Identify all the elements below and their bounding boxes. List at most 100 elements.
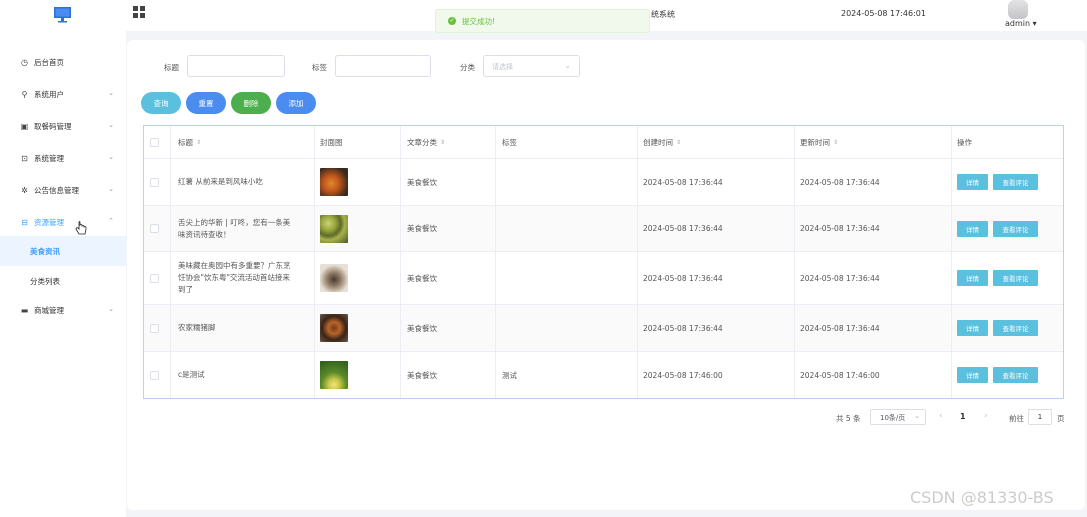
current-datetime: 2024-05-08 17:46:01 [841, 9, 926, 18]
query-button[interactable]: 查询 [141, 92, 181, 114]
tag-filter-label: 标签 [312, 63, 327, 72]
header-updated[interactable]: 更新时间 ⇕ [800, 126, 838, 158]
title-filter-input[interactable] [187, 55, 285, 77]
table-row: c是测试 美食餐饮 测试 2024-05-08 17:46:00 2024-05… [144, 352, 1063, 398]
next-page-icon[interactable]: › [984, 411, 988, 421]
pagination-total: 共 5 条 [836, 414, 861, 423]
detail-button[interactable]: 详情 [957, 320, 988, 336]
row-updated: 2024-05-08 17:36:44 [800, 273, 880, 283]
sidebar-subitem-categories[interactable]: 分类列表 [0, 266, 126, 296]
page-size-select[interactable]: 10条/页 ⌄ [870, 409, 926, 425]
add-button[interactable]: 添加 [276, 92, 316, 114]
sidebar-item-label: 商城管理 [34, 305, 64, 315]
column-divider [170, 126, 171, 398]
sort-icon[interactable]: ⇕ [196, 139, 201, 146]
articles-table: 标题 ⇕ 封面图 文章分类 ⇕ 标签 创建时间 ⇕ 更新时间 ⇕ 操作 红薯 从前来是到… [143, 125, 1064, 399]
header-category[interactable]: 文章分类 ⇕ [407, 126, 445, 158]
header-tags: 标签 [502, 137, 517, 147]
column-divider [951, 126, 952, 398]
sidebar-item-home[interactable]: ◷ 后台首页 [0, 46, 126, 78]
chevron-down-icon: ⌄ [108, 153, 114, 161]
cover-thumbnail[interactable] [320, 314, 348, 342]
goto-page-input[interactable]: 1 [1028, 409, 1052, 425]
sidebar-subitem-food-news[interactable]: 美食资讯 [0, 236, 126, 266]
sidebar-item-mall[interactable]: ▬ 商城管理 ⌄ [0, 294, 126, 326]
menu-collapse-icon[interactable] [133, 6, 145, 18]
cover-thumbnail[interactable] [320, 168, 348, 196]
row-title: 农家糯猪脚 [178, 323, 216, 332]
view-reviews-button[interactable]: 查看评论 [993, 367, 1038, 383]
check-circle-icon: ✓ [448, 17, 456, 25]
row-checkbox[interactable] [150, 224, 159, 233]
grid-icon: ⊟ [21, 217, 28, 227]
title-filter-label: 标题 [164, 63, 179, 72]
user-dropdown[interactable]: admin ▾ [1005, 19, 1037, 28]
sort-icon[interactable]: ⇕ [833, 139, 838, 146]
sidebar-item-users[interactable]: ⚲ 系统用户 ⌄ [0, 78, 126, 110]
sort-icon[interactable]: ⇕ [676, 139, 681, 146]
view-reviews-button[interactable]: 查看评论 [993, 220, 1038, 237]
reset-button[interactable]: 重置 [186, 92, 226, 114]
row-checkbox[interactable] [150, 273, 159, 283]
chevron-down-icon: ⌄ [108, 89, 114, 97]
sidebar-item-resources[interactable]: ⊟ 资源管理 ⌃ [0, 206, 126, 238]
sidebar-item-pickup-code[interactable]: ▣ 取餐码管理 ⌄ [0, 110, 126, 142]
chevron-down-icon: ⌄ [108, 305, 114, 313]
row-title: c是测试 [178, 370, 205, 379]
column-divider [794, 126, 795, 398]
success-toast: ✓ 提交成功! [435, 9, 650, 33]
cover-thumbnail[interactable] [320, 361, 348, 389]
row-category: 美食餐饮 [407, 370, 437, 380]
sidebar-item-label: 取餐码管理 [34, 121, 72, 131]
puzzle-icon: ✲ [21, 185, 28, 195]
page-number-current[interactable]: 1 [960, 412, 966, 421]
system-title: 统系统 [651, 10, 675, 19]
sidebar-item-label: 系统管理 [34, 153, 64, 163]
chevron-down-icon: ⌄ [108, 185, 114, 193]
prev-page-icon[interactable]: ‹ [939, 411, 943, 421]
select-all-checkbox[interactable] [150, 137, 159, 147]
row-created: 2024-05-08 17:36:44 [643, 273, 723, 283]
delete-button[interactable]: 删除 [231, 92, 271, 114]
cover-thumbnail[interactable] [320, 264, 348, 292]
column-divider [314, 126, 315, 398]
row-updated: 2024-05-08 17:36:44 [800, 224, 880, 233]
row-category: 美食餐饮 [407, 224, 437, 233]
row-title: 美味藏在奥园中有多重要？广东烹饪协会"饮东粤"交流活动首站接来到了 [178, 261, 291, 294]
user-icon: ⚲ [21, 89, 28, 99]
detail-button[interactable]: 详情 [957, 174, 988, 190]
view-reviews-button[interactable]: 查看评论 [993, 320, 1038, 336]
row-updated: 2024-05-08 17:46:00 [800, 370, 880, 380]
column-divider [495, 126, 496, 398]
header-created[interactable]: 创建时间 ⇕ [643, 126, 681, 158]
tag-filter-input[interactable] [335, 55, 431, 77]
sidebar-item-label: 公告信息管理 [34, 185, 79, 195]
row-category: 美食餐饮 [407, 177, 437, 187]
row-checkbox[interactable] [150, 370, 159, 380]
chevron-down-icon: ⌄ [914, 412, 920, 420]
page-unit-label: 页 [1057, 414, 1065, 423]
sidebar-item-announcements[interactable]: ✲ 公告信息管理 ⌄ [0, 174, 126, 206]
row-tags: 测试 [502, 370, 517, 380]
view-reviews-button[interactable]: 查看评论 [993, 270, 1038, 286]
row-created: 2024-05-08 17:36:44 [643, 224, 723, 233]
sort-icon[interactable]: ⇕ [440, 139, 445, 146]
row-created: 2024-05-08 17:36:44 [643, 177, 723, 187]
sidebar-item-system[interactable]: ⊡ 系统管理 ⌄ [0, 142, 126, 174]
avatar[interactable] [1008, 0, 1028, 19]
cover-thumbnail[interactable] [320, 214, 348, 243]
detail-button[interactable]: 详情 [957, 270, 988, 286]
column-divider [637, 126, 638, 398]
detail-button[interactable]: 详情 [957, 367, 988, 383]
view-reviews-button[interactable]: 查看评论 [993, 174, 1038, 190]
wallet-icon: ▬ [20, 305, 29, 315]
chevron-up-icon: ⌃ [108, 217, 114, 225]
row-checkbox[interactable] [150, 177, 159, 187]
monitor-logo-icon[interactable] [53, 5, 72, 24]
detail-button[interactable]: 详情 [957, 220, 988, 237]
row-checkbox[interactable] [150, 323, 159, 333]
header-title[interactable]: 标题 ⇕ [178, 126, 201, 158]
sidebar-item-label: 系统用户 [34, 89, 64, 99]
card-icon: ▣ [20, 121, 29, 131]
category-filter-select[interactable]: 请选择 ⌄ [483, 55, 580, 77]
